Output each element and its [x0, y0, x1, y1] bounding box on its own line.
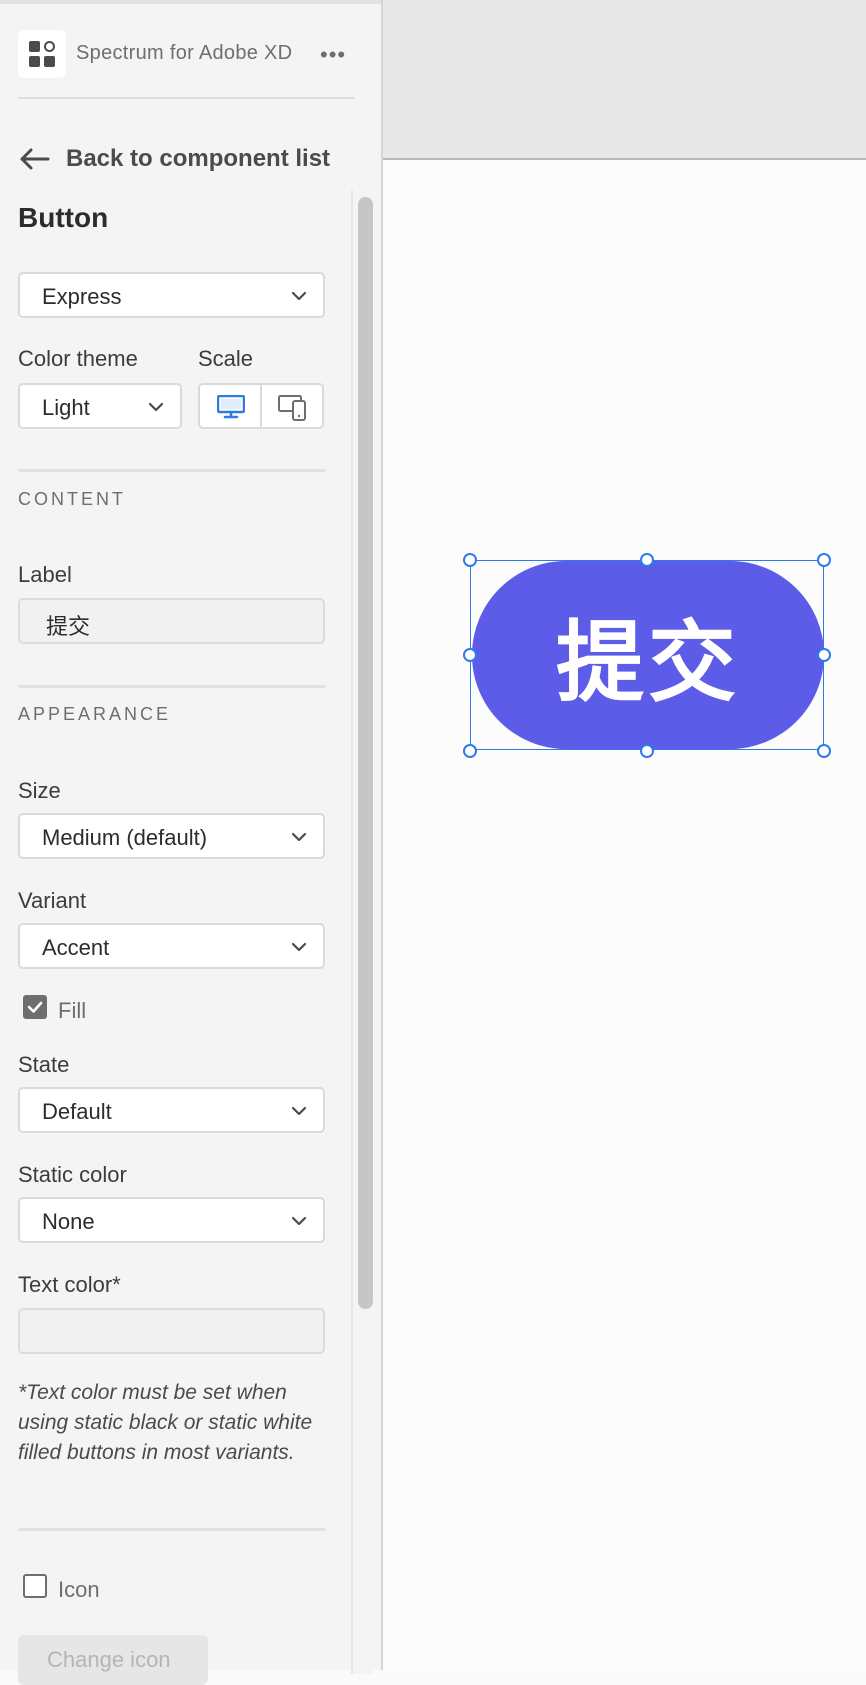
- scale-mobile-button[interactable]: [260, 383, 324, 429]
- content-section-label: CONTENT: [18, 489, 126, 509]
- dropdown-value: Medium (default): [42, 825, 208, 850]
- plugin-title: Spectrum for Adobe XD: [76, 42, 293, 64]
- plugin-header: Spectrum for Adobe XD •••: [18, 30, 355, 78]
- icon-label: Icon: [58, 1577, 100, 1602]
- color-theme-dropdown[interactable]: Light: [18, 383, 182, 429]
- chevron-down-icon: [148, 402, 164, 412]
- scrollbar-thumb[interactable]: [358, 197, 373, 1309]
- scale-label: Scale: [198, 346, 254, 371]
- resize-handle-right[interactable]: [817, 648, 831, 662]
- back-link-label: Back to component list: [66, 145, 331, 172]
- chevron-down-icon: [291, 1106, 307, 1116]
- resize-handle-left[interactable]: [463, 648, 477, 662]
- state-label: State: [18, 1052, 70, 1077]
- arrow-left-icon: [20, 148, 50, 170]
- variant-label: Variant: [18, 888, 87, 913]
- dropdown-value: Light: [42, 395, 90, 420]
- fill-label: Fill: [58, 998, 87, 1023]
- color-theme-label: Color theme: [18, 346, 138, 371]
- more-options-icon[interactable]: •••: [320, 42, 346, 68]
- resize-handle-bottom-right[interactable]: [817, 744, 831, 758]
- change-icon-label: Change icon: [47, 1647, 171, 1672]
- resize-handle-top[interactable]: [640, 553, 654, 567]
- desktop-icon: [217, 395, 245, 419]
- size-dropdown[interactable]: Medium (default): [18, 813, 325, 859]
- component-title: Button: [18, 202, 109, 233]
- state-dropdown[interactable]: Default: [18, 1087, 325, 1133]
- scale-desktop-button[interactable]: [198, 383, 262, 429]
- design-system-dropdown[interactable]: Express: [18, 272, 325, 318]
- section-divider: [18, 1528, 325, 1531]
- canvas-top-region: [383, 0, 866, 160]
- text-color-input[interactable]: [18, 1308, 325, 1354]
- fill-checkbox[interactable]: [23, 995, 47, 1019]
- appearance-section-label: APPEARANCE: [18, 704, 172, 724]
- scale-toggle-group: [198, 383, 325, 429]
- text-color-note: *Text color must be set when using stati…: [18, 1381, 313, 1464]
- chevron-down-icon: [291, 832, 307, 842]
- panel-divider: [381, 0, 383, 1670]
- checkmark-icon: [27, 1001, 43, 1013]
- dropdown-value: None: [42, 1209, 95, 1234]
- icon-checkbox[interactable]: [23, 1574, 47, 1598]
- static-color-label: Static color: [18, 1162, 127, 1187]
- text-color-label: Text color*: [18, 1272, 121, 1297]
- artboard[interactable]: [383, 160, 866, 1670]
- label-field-label: Label: [18, 562, 72, 587]
- selection-box: [470, 560, 824, 750]
- label-input-value: 提交: [46, 614, 91, 639]
- static-color-dropdown[interactable]: None: [18, 1197, 325, 1243]
- mobile-icon: [278, 395, 306, 421]
- apps-grid-icon: [18, 30, 66, 78]
- label-input[interactable]: 提交: [18, 598, 325, 644]
- resize-handle-bottom-left[interactable]: [463, 744, 477, 758]
- chevron-down-icon: [291, 291, 307, 301]
- scroll-edge: [351, 190, 353, 1674]
- chevron-down-icon: [291, 942, 307, 952]
- section-divider: [18, 469, 325, 472]
- dropdown-value: Default: [42, 1099, 112, 1124]
- section-divider: [18, 685, 325, 688]
- dropdown-value: Accent: [42, 935, 110, 960]
- back-to-list-link[interactable]: Back to component list: [18, 142, 330, 176]
- change-icon-button[interactable]: Change icon: [18, 1635, 208, 1685]
- resize-handle-top-right[interactable]: [817, 553, 831, 567]
- header-divider: [18, 97, 355, 99]
- dropdown-value: Express: [42, 284, 122, 309]
- plugin-panel: Spectrum for Adobe XD ••• Back to compon…: [0, 0, 381, 1685]
- resize-handle-bottom[interactable]: [640, 744, 654, 758]
- chevron-down-icon: [291, 1216, 307, 1226]
- variant-dropdown[interactable]: Accent: [18, 923, 325, 969]
- resize-handle-top-left[interactable]: [463, 553, 477, 567]
- size-label: Size: [18, 778, 61, 803]
